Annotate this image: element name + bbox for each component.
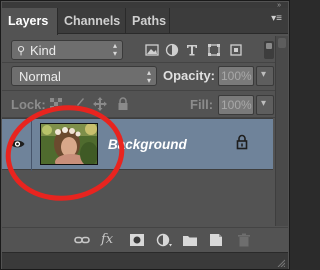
layer-thumbnail-image	[41, 124, 97, 164]
link-layers-icon[interactable]	[74, 233, 90, 247]
scrollbar-thumb[interactable]	[278, 38, 286, 48]
add-mask-icon[interactable]	[129, 233, 145, 247]
type-filter-icon[interactable]	[184, 42, 200, 58]
layers-scrollbar[interactable]	[275, 36, 288, 226]
layer-locked-icon	[236, 134, 248, 150]
smart-object-filter-icon[interactable]	[228, 42, 244, 58]
divider	[2, 62, 288, 63]
tab-paths[interactable]: Paths	[126, 8, 170, 34]
lock-transparent-pixels-icon[interactable]	[49, 97, 63, 111]
tab-layers[interactable]: Layers	[2, 8, 58, 35]
panel-menu-icon[interactable]: ▾≡	[271, 14, 282, 24]
layer-row-background[interactable]: Background	[2, 118, 273, 171]
adjustment-filter-icon[interactable]	[164, 42, 180, 58]
fill-label: Fill:	[190, 97, 214, 112]
fill-input[interactable]: 100%	[218, 95, 254, 115]
opacity-label: Opacity:	[163, 68, 216, 83]
pixel-filter-icon[interactable]	[144, 42, 160, 58]
eye-icon[interactable]	[10, 138, 25, 150]
filter-toggle-switch[interactable]	[264, 41, 274, 59]
opacity-input[interactable]: 100%	[218, 66, 254, 86]
search-icon: ⚲	[17, 45, 26, 57]
opacity-slider-button[interactable]	[256, 66, 274, 86]
shape-filter-icon[interactable]	[206, 42, 222, 58]
visibility-toggle[interactable]	[2, 119, 32, 171]
divider	[2, 90, 288, 91]
panel-tab-bar: Layers Channels Paths ▾≡	[2, 8, 288, 35]
new-layer-icon[interactable]	[208, 233, 224, 247]
filter-kind-label: Kind	[30, 43, 57, 58]
lock-all-icon[interactable]	[116, 97, 130, 111]
fx-icon[interactable]: fx	[101, 233, 117, 247]
layers-bottom-toolbar: fx	[2, 227, 288, 251]
layer-thumbnail[interactable]	[40, 123, 98, 165]
layers-panel: » Layers Channels Paths ▾≡ ⚲ Kind ▴ ▾ Nor…	[0, 0, 290, 270]
lock-position-icon[interactable]	[93, 97, 107, 111]
blend-mode-value: Normal	[19, 69, 61, 84]
tab-channels[interactable]: Channels	[58, 8, 126, 34]
blend-mode-select[interactable]: Normal ▴ ▾	[11, 66, 157, 86]
filter-kind-select[interactable]: ⚲ Kind ▴ ▾	[11, 40, 123, 60]
resize-grip-icon[interactable]	[277, 259, 285, 267]
delete-layer-icon[interactable]	[236, 233, 252, 247]
new-group-icon[interactable]	[182, 233, 198, 247]
lock-label: Lock:	[11, 97, 46, 112]
adjustment-layer-icon[interactable]	[156, 233, 172, 247]
panel-footer	[2, 252, 288, 269]
lock-image-pixels-icon[interactable]	[71, 97, 85, 111]
updown-arrows-icon: ▴ ▾	[112, 41, 117, 58]
layer-name[interactable]: Background	[108, 137, 187, 152]
layers-list: Background	[2, 118, 273, 226]
updown-arrows-icon: ▴ ▾	[146, 68, 151, 85]
fill-slider-button[interactable]	[256, 95, 274, 115]
